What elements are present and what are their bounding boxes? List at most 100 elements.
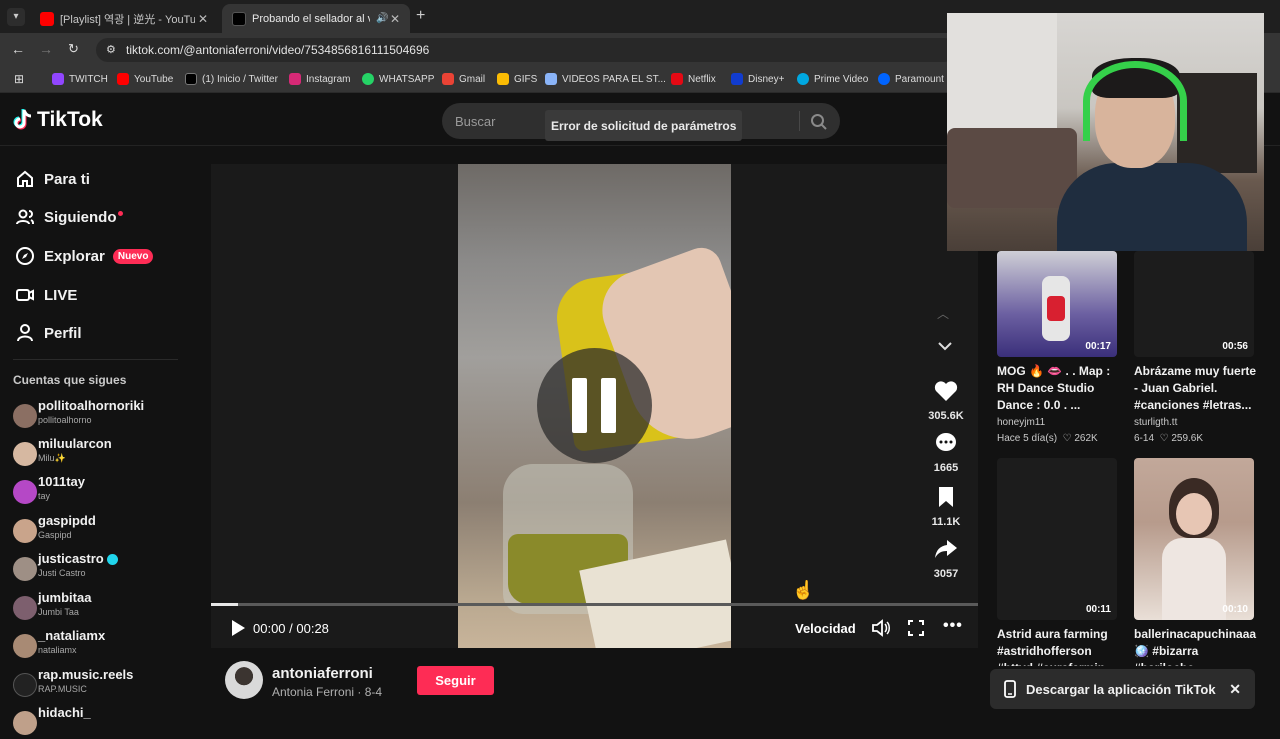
tiktok-icon xyxy=(232,11,246,26)
avatar xyxy=(13,442,37,466)
comment-count: 1665 xyxy=(933,462,959,474)
like-action[interactable]: 305.6K xyxy=(920,380,972,422)
author-username[interactable]: antoniaferroni xyxy=(272,665,373,682)
new-tab-button[interactable]: + xyxy=(416,7,425,25)
bookmark-gmail[interactable]: Gmail xyxy=(442,73,485,85)
nav-perfil[interactable]: Perfil xyxy=(15,323,82,343)
bookmark-twitter[interactable]: (1) Inicio / Twitter xyxy=(185,73,278,85)
video-duration: 00:11 xyxy=(1085,604,1111,615)
close-icon[interactable]: ✕ xyxy=(198,12,208,26)
more-options-icon[interactable]: ••• xyxy=(943,617,963,635)
bookmark-twitch[interactable]: TWITCH xyxy=(52,73,108,85)
like-count: 305.6K xyxy=(928,410,964,422)
following-account[interactable]: pollitoalhornoriki pollitoalhorno xyxy=(13,398,193,432)
nav-siguiendo[interactable]: Siguiendo xyxy=(15,207,123,227)
bookmark-gifs[interactable]: GIFS xyxy=(497,73,537,85)
nav-para-ti[interactable]: Para ti xyxy=(15,169,90,189)
author-row: antoniaferroni Antonia Ferroni · 8-4 Seg… xyxy=(211,648,978,720)
fullscreen-icon[interactable] xyxy=(908,620,924,636)
url-text: tiktok.com/@antoniaferroni/video/7534856… xyxy=(126,43,430,57)
following-account[interactable]: rap.music.reels RAP.MUSIC xyxy=(13,667,193,701)
video-duration: 00:17 xyxy=(1085,341,1111,352)
share-action[interactable]: 3057 xyxy=(920,538,972,580)
recommended-title[interactable]: Abrázame muy fuerte - Juan Gabriel. #can… xyxy=(1134,363,1259,414)
live-icon xyxy=(16,289,34,301)
youtube-icon xyxy=(40,11,54,26)
tab-tiktok[interactable]: Probando el sellador al vac 🔊 ✕ xyxy=(222,4,410,33)
avatar xyxy=(13,519,37,543)
recommended-author[interactable]: honeyjm11 xyxy=(997,417,1045,428)
recommended-video[interactable]: 00:56 xyxy=(1134,251,1254,357)
apps-grid-icon[interactable]: ⊞ xyxy=(14,72,24,86)
speaker-icon[interactable]: 🔊 xyxy=(376,13,388,24)
instagram-icon xyxy=(289,73,301,85)
save-action[interactable]: 11.1K xyxy=(920,486,972,528)
progress-bar[interactable] xyxy=(211,603,978,606)
tiktok-logo[interactable]: TikTok xyxy=(12,108,103,132)
following-account[interactable]: _nataliamx nataliamx xyxy=(13,628,193,662)
bookmark-netflix[interactable]: Netflix xyxy=(671,73,716,85)
following-account[interactable]: gaspipdd Gaspipd xyxy=(13,513,193,547)
nav-explorar[interactable]: Explorar Nuevo xyxy=(15,246,154,266)
comment-action[interactable]: 1665 xyxy=(920,432,972,474)
reload-icon[interactable]: ↻ xyxy=(68,41,79,57)
nav-live[interactable]: LIVE xyxy=(15,285,77,305)
play-icon[interactable] xyxy=(229,619,247,637)
avatar xyxy=(13,673,37,697)
following-account[interactable]: jumbitaa Jumbi Taa xyxy=(13,590,193,624)
bookmark-youtube[interactable]: YouTube xyxy=(117,73,173,85)
bookmark-prime[interactable]: Prime Video xyxy=(797,73,868,85)
bookmark-paramount[interactable]: Paramount xyxy=(878,73,944,85)
whatsapp-icon xyxy=(362,73,374,85)
following-account[interactable]: justicastro Justi Castro xyxy=(13,551,193,585)
webcam-headset xyxy=(1083,61,1187,141)
bookmark-whatsapp[interactable]: WHATSAPP xyxy=(362,73,434,85)
following-account[interactable]: miluularcon Milu✨ xyxy=(13,436,193,470)
site-info-icon[interactable]: ⚙ xyxy=(106,43,116,56)
sidebar-divider xyxy=(13,359,178,360)
hand-cursor-icon: ☝ xyxy=(792,580,815,600)
chevron-up-icon[interactable]: ︿ xyxy=(937,305,949,322)
following-account[interactable]: 1011tay tay xyxy=(13,474,193,508)
video-thumbnail-figure xyxy=(1176,493,1212,535)
following-account[interactable]: hidachi_ xyxy=(13,705,193,739)
volume-icon[interactable] xyxy=(871,619,891,637)
webcam-overlay xyxy=(947,13,1264,251)
tab-search-button[interactable]: ▾ xyxy=(7,8,25,26)
person-icon xyxy=(17,324,33,342)
chevron-down-icon[interactable] xyxy=(937,340,953,352)
bookmark-instagram[interactable]: Instagram xyxy=(289,73,350,85)
follow-button[interactable]: Seguir xyxy=(417,666,494,695)
forward-arrow-icon[interactable]: → xyxy=(39,41,53,57)
avatar xyxy=(13,404,37,428)
search-icon[interactable] xyxy=(810,113,828,131)
address-bar[interactable]: ⚙ tiktok.com/@antoniaferroni/video/75348… xyxy=(96,38,956,62)
compass-icon xyxy=(16,247,34,265)
recommended-title[interactable]: Astrid aura farming #astridhofferson #ht… xyxy=(997,626,1122,666)
author-avatar[interactable] xyxy=(225,661,263,699)
recommended-title[interactable]: ballerinacapuchinaaa 🪩 #bizarra #bariloc… xyxy=(1134,626,1259,666)
search-divider xyxy=(799,111,800,131)
avatar xyxy=(13,596,37,620)
webcam-table xyxy=(1177,73,1257,173)
close-icon[interactable]: ✕ xyxy=(390,12,400,26)
recommended-author[interactable]: sturligth.tt xyxy=(1134,417,1177,428)
bookmark-disney[interactable]: Disney+ xyxy=(731,73,784,85)
close-icon[interactable]: ✕ xyxy=(1229,681,1241,698)
tab-youtube[interactable]: [Playlist] 역광 | 逆光 - YouTube ✕ xyxy=(30,4,218,33)
back-arrow-icon[interactable]: ← xyxy=(11,41,25,57)
download-app-banner[interactable]: Descargar la aplicación TikTok ✕ xyxy=(990,669,1255,709)
search-input[interactable]: Buscar xyxy=(455,114,495,129)
pause-button[interactable] xyxy=(537,348,652,463)
recommended-meta: Hace 5 día(s) ♡ 262K xyxy=(997,433,1098,444)
video-thumbnail-figure xyxy=(1162,538,1226,620)
recommended-title[interactable]: MOG 🔥 👄 . . Map : RH Dance Studio Dance … xyxy=(997,363,1122,414)
heart-outline-icon: ♡ xyxy=(1159,433,1169,444)
bookmark-videos[interactable]: VIDEOS PARA EL ST... xyxy=(545,73,666,85)
recommended-video[interactable]: 00:10 xyxy=(1134,458,1254,620)
home-icon xyxy=(17,170,33,187)
speed-button[interactable]: Velocidad xyxy=(795,621,856,636)
recommended-video[interactable]: 00:11 xyxy=(997,458,1117,620)
avatar xyxy=(13,480,37,504)
recommended-video[interactable]: 00:17 xyxy=(997,251,1117,357)
